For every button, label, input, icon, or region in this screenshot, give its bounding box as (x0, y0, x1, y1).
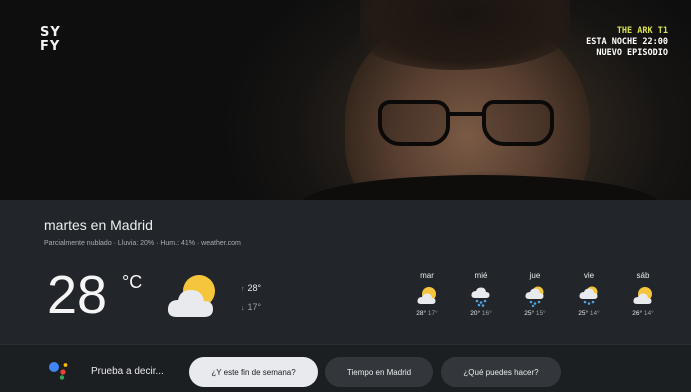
suggestion-chip-madrid-weather[interactable]: Tiempo en Madrid (325, 357, 433, 387)
temperature-unit: °C (122, 272, 143, 292)
current-temperature: 28 (47, 265, 108, 325)
forecast-day: sáb 26° 14° (632, 271, 654, 317)
assistant-prompt: Prueba a decir... (91, 366, 164, 377)
promo-note: NUEVO EPISODIO (596, 48, 668, 58)
rain-sun-icon (579, 286, 598, 305)
promo-time: ESTA NOCHE 22:00 (586, 37, 668, 47)
suggestion-chip-what-can-you-do[interactable]: ¿Qué puedes hacer? (441, 357, 561, 387)
partly-cloudy-icon (167, 275, 215, 317)
forecast-day: jue 25° 15° (524, 271, 546, 317)
glasses-icon (378, 100, 558, 150)
today-low: ↓ 17° (241, 302, 262, 312)
weather-details: Parcialmente nublado · Lluvia: 20% · Hum… (44, 240, 241, 247)
today-high: ↑ 28° (241, 283, 262, 293)
rain-cloud-icon (471, 287, 490, 307)
promo-title: THE ARK T1 (616, 26, 668, 36)
weather-title: martes en Madrid (44, 217, 153, 233)
partly-cloudy-icon (417, 287, 436, 304)
rain-sun-icon (525, 286, 544, 307)
google-assistant-icon[interactable] (48, 360, 70, 380)
forecast-day: mié 20° 16° (470, 271, 492, 317)
suggestion-chip-weekend[interactable]: ¿Y este fin de semana? (189, 357, 318, 387)
partly-cloudy-icon (633, 287, 652, 304)
forecast-day: vie 25° 14° (578, 271, 600, 317)
channel-promo: THE ARK T1 ESTA NOCHE 22:00 NUEVO EPISOD… (586, 26, 668, 59)
forecast-day: mar 28° 17° (416, 271, 438, 317)
channel-logo: SY FY (40, 25, 61, 54)
